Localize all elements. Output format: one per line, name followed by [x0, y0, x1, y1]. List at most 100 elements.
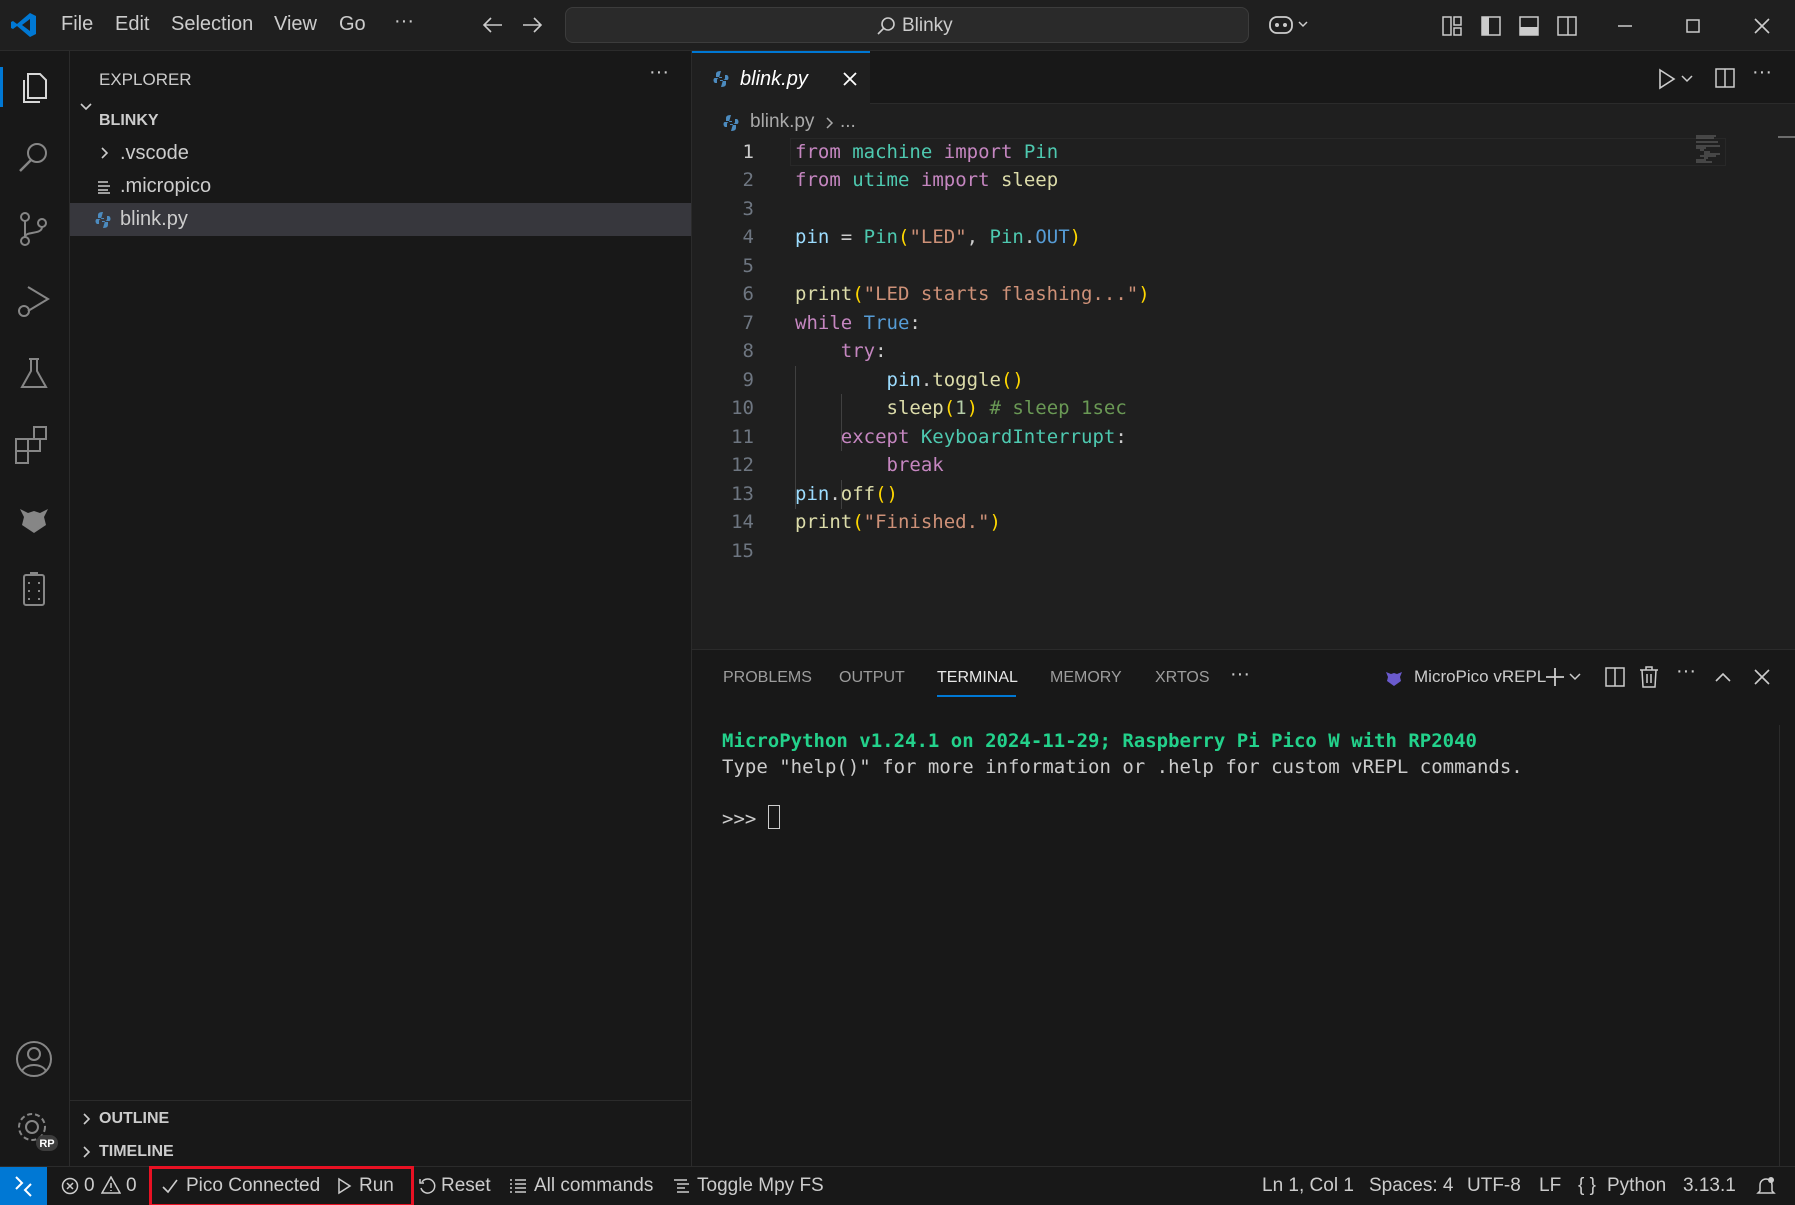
breadcrumb-python-icon — [722, 114, 740, 132]
tree-item-micropico[interactable]: .micropico — [120, 175, 211, 198]
copilot-icon[interactable] — [1268, 12, 1312, 38]
activity-bar: RP — [0, 51, 70, 1166]
manage-gear-icon[interactable]: RP — [12, 1107, 58, 1151]
remote-indicator[interactable] — [0, 1167, 47, 1205]
outline-chevron-icon[interactable] — [78, 1111, 94, 1127]
search-activity-icon[interactable] — [12, 135, 56, 179]
folder-header[interactable]: BLINKY — [99, 112, 159, 130]
scrollbar-indicator[interactable] — [1778, 136, 1795, 138]
outline-section[interactable]: OUTLINE — [99, 1110, 169, 1128]
device-icon[interactable] — [12, 567, 56, 611]
panel-more-icon[interactable]: ··· — [1676, 660, 1696, 683]
split-terminal-icon[interactable] — [1604, 666, 1626, 688]
end-of-line[interactable]: LF — [1539, 1175, 1561, 1197]
command-center-search[interactable]: Blinky — [565, 7, 1249, 43]
warning-count[interactable]: 0 — [126, 1175, 137, 1197]
code-line-11: except KeyboardInterrupt: — [840, 426, 1127, 448]
close-window-icon[interactable] — [1751, 15, 1773, 37]
indentation[interactable]: Spaces: 4 — [1369, 1175, 1454, 1197]
code-line-1: from machine import Pin — [795, 141, 1059, 163]
language-mode[interactable]: Python — [1607, 1175, 1666, 1197]
all-commands-button[interactable]: All commands — [534, 1175, 653, 1197]
trash-icon[interactable] — [1638, 665, 1660, 689]
source-control-icon[interactable] — [12, 207, 56, 251]
menu-selection[interactable]: Selection — [171, 13, 253, 36]
timeline-chevron-icon[interactable] — [78, 1144, 94, 1160]
bottom-panel: PROBLEMS OUTPUT TERMINAL MEMORY XRTOS ··… — [692, 649, 1795, 1167]
split-editor-icon[interactable] — [1714, 67, 1736, 89]
svg-text:RP: RP — [39, 1138, 54, 1150]
python-version[interactable]: 3.13.1 — [1683, 1175, 1736, 1197]
code-line-8: try: — [840, 340, 887, 362]
toggle-secondary-sidebar-icon[interactable] — [1556, 15, 1578, 37]
accounts-icon[interactable] — [12, 1037, 56, 1081]
run-button[interactable]: Run — [359, 1175, 394, 1197]
menu-view[interactable]: View — [274, 13, 317, 36]
tab-terminal[interactable]: TERMINAL — [937, 669, 1018, 687]
maximize-panel-icon[interactable] — [1712, 666, 1734, 688]
terminal-name[interactable]: MicroPico vREPL — [1414, 667, 1546, 687]
python-file-icon — [94, 211, 112, 229]
line-number: 7 — [742, 312, 754, 334]
minimize-icon[interactable] — [1614, 15, 1636, 37]
toggle-panel-icon[interactable] — [1518, 15, 1540, 37]
testing-icon[interactable] — [12, 351, 56, 395]
reset-button[interactable]: Reset — [441, 1175, 491, 1197]
tree-item-blink-py[interactable]: blink.py — [120, 208, 188, 231]
forward-arrow-icon[interactable] — [521, 14, 543, 36]
breadcrumb-file[interactable]: blink.py — [750, 111, 814, 133]
maximize-icon[interactable] — [1682, 15, 1704, 37]
panel-more-tabs[interactable]: ··· — [1230, 663, 1250, 686]
editor-tab-bar: blink.py ··· — [692, 51, 1795, 104]
new-terminal-icon[interactable] — [1545, 666, 1585, 688]
menu-file[interactable]: File — [61, 13, 93, 36]
line-number: 3 — [742, 198, 754, 220]
chevron-right-icon[interactable] — [96, 145, 112, 161]
tab-problems[interactable]: PROBLEMS — [723, 669, 812, 687]
back-arrow-icon[interactable] — [482, 14, 504, 36]
notifications-bell-icon[interactable] — [1756, 1176, 1776, 1196]
menu-more[interactable]: ··· — [394, 10, 414, 33]
tab-blink-py[interactable]: blink.py — [692, 51, 870, 104]
chevron-down-icon[interactable] — [78, 98, 94, 114]
line-number: 13 — [731, 483, 754, 505]
timeline-section[interactable]: TIMELINE — [99, 1143, 174, 1161]
toggle-primary-sidebar-icon[interactable] — [1480, 15, 1502, 37]
editor-more-icon[interactable]: ··· — [1752, 61, 1772, 84]
error-icon[interactable] — [61, 1177, 79, 1195]
close-panel-icon[interactable] — [1751, 666, 1773, 688]
explorer-icon[interactable] — [12, 64, 56, 108]
customize-layout-icon[interactable] — [1441, 15, 1463, 37]
explorer-more-icon[interactable]: ··· — [649, 61, 669, 84]
minimap[interactable] — [1696, 134, 1726, 164]
title-bar: File Edit Selection View Go ··· Blinky — [0, 0, 1795, 51]
line-number: 10 — [731, 397, 754, 419]
toggle-mpy-fs-button[interactable]: Toggle Mpy FS — [697, 1175, 824, 1197]
warning-icon[interactable] — [101, 1176, 121, 1194]
tab-close-icon[interactable] — [841, 70, 859, 88]
menu-edit[interactable]: Edit — [115, 13, 149, 36]
tree-item-vscode[interactable]: .vscode — [120, 142, 189, 165]
encoding[interactable]: UTF-8 — [1467, 1175, 1521, 1197]
error-count[interactable]: 0 — [84, 1175, 95, 1197]
tab-memory[interactable]: MEMORY — [1050, 669, 1122, 687]
code-line-10: sleep(1) # sleep 1sec — [886, 397, 1127, 419]
breadcrumb-more[interactable]: ... — [840, 111, 856, 133]
raspberry-pi-icon[interactable] — [12, 495, 56, 539]
run-file-icon[interactable] — [1656, 68, 1696, 90]
menu-go[interactable]: Go — [339, 13, 366, 36]
terminal-scrollbar[interactable] — [1779, 725, 1795, 1167]
code-line-14: print("Finished.") — [795, 511, 1001, 533]
code-line-12: break — [886, 454, 944, 476]
extensions-icon[interactable] — [12, 423, 56, 467]
tab-output[interactable]: OUTPUT — [839, 669, 905, 687]
line-number: 1 — [742, 141, 754, 163]
terminal-prompt[interactable]: >>> — [722, 808, 756, 830]
code-editor[interactable]: blink.py ... 1 2 3 4 5 6 7 8 9 10 11 12 … — [692, 104, 1795, 649]
terminal-cursor — [768, 805, 780, 829]
tab-xrtos[interactable]: XRTOS — [1155, 669, 1210, 687]
cursor-position[interactable]: Ln 1, Col 1 — [1262, 1175, 1354, 1197]
pico-connected-status[interactable]: Pico Connected — [186, 1175, 320, 1197]
run-debug-icon[interactable] — [12, 279, 56, 323]
line-number: 9 — [742, 369, 754, 391]
